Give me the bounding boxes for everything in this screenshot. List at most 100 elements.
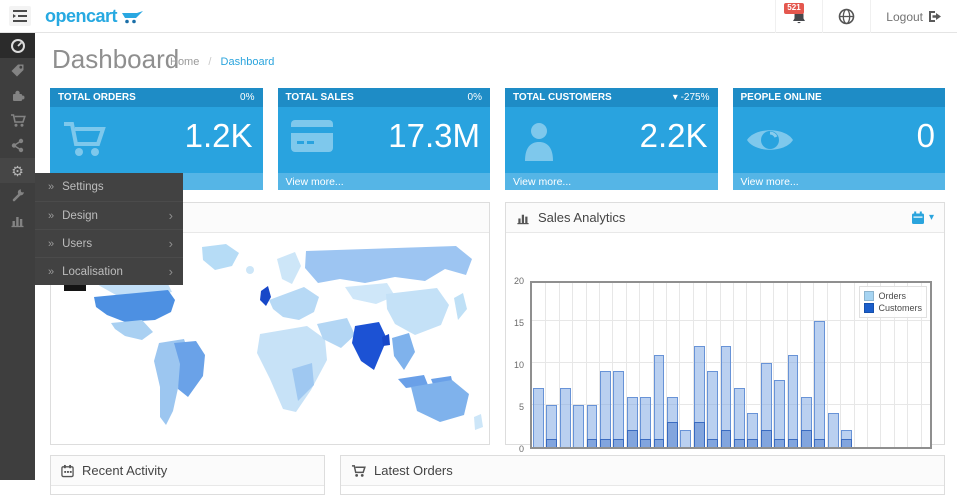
breadcrumb-home-link[interactable]: Home [170,56,199,68]
tile-body: 0 [733,107,946,173]
tile-title: TOTAL SALES [286,92,354,103]
tile-title: PEOPLE ONLINE [741,92,822,103]
tile-value: 0 [917,117,935,155]
alerts-count-badge: 521 [784,3,803,14]
legend-swatch [864,291,874,301]
tile-header: TOTAL SALES 0% [278,88,491,107]
date-range-dropdown[interactable]: ▾ [911,211,934,225]
orders-bar [680,430,691,447]
customers-bar [640,439,651,447]
orders-bar [613,371,624,447]
submenu-item-label: Users [62,238,169,250]
customers-bar [721,430,732,447]
customers-bar [747,439,758,447]
double-angle-icon: » [48,266,54,278]
tag-icon [10,63,25,78]
top-header: opencart 521 Logout [0,0,957,33]
tile-delta: 0% [240,92,254,103]
orders-bar [560,388,571,447]
tile-body: 2.2K [505,107,718,173]
customers-bar [654,439,665,447]
submenu-item-settings[interactable]: »Settings [35,173,183,201]
system-submenu: »Settings»Design›»Users›»Localisation› [35,173,183,285]
calendar-icon [911,211,925,225]
cart-icon [351,464,366,478]
breadcrumb: Home / Dashboard [170,56,274,68]
double-angle-icon: » [48,238,54,250]
wrench-icon [10,188,25,203]
customers-bar [627,430,638,447]
globe-icon [838,8,855,25]
logout-button[interactable]: Logout [870,0,957,33]
sidebar-item-sales[interactable] [0,108,35,133]
view-more-link[interactable]: View more... [505,173,718,190]
breadcrumb-separator: / [208,56,211,68]
customers-bar [546,439,557,447]
sidebar-item-catalog[interactable] [0,58,35,83]
sidebar-toggle-button[interactable] [9,6,31,26]
sidebar-item-extensions[interactable] [0,83,35,108]
panel-title: Recent Activity [82,463,167,478]
view-more-link[interactable]: View more... [278,173,491,190]
panel-title: Latest Orders [374,463,453,478]
tile-delta: ▾ -275% [673,92,710,103]
view-more-link[interactable]: View more... [733,173,946,190]
calendar-icon [61,464,74,478]
submenu-item-design[interactable]: »Design› [35,201,183,229]
orders-bar [814,321,825,447]
credit-card-icon [290,119,334,153]
tile-title: TOTAL CUSTOMERS [513,92,612,103]
customers-bar [788,439,799,447]
tile-header: TOTAL ORDERS 0% [50,88,263,107]
orders-bar [654,355,665,447]
tile-header: PEOPLE ONLINE [733,88,946,107]
orders-bar [600,371,611,447]
customers-bar [707,439,718,447]
customers-bar [613,439,624,447]
recent-activity-panel: Recent Activity [50,455,325,495]
orders-bar [573,405,584,447]
orders-bar [774,380,785,447]
submenu-item-label: Design [62,210,169,222]
bar-chart-icon [10,213,25,228]
sidebar-item-marketing[interactable] [0,133,35,158]
orders-bar [533,388,544,447]
submenu-item-label: Localisation [62,266,169,278]
alerts-button[interactable]: 521 [775,0,822,33]
sales-analytics-chart: OrdersCustomers 05101520 010203040506070… [506,233,944,445]
tile-body: 1.2K [50,107,263,173]
breadcrumb-current-link[interactable]: Dashboard [221,56,275,68]
submenu-item-users[interactable]: »Users› [35,229,183,257]
customers-bar [814,439,825,447]
recent-activity-header: Recent Activity [51,456,324,486]
eye-icon [745,123,795,157]
sidebar-item-dashboard[interactable] [0,33,35,58]
tile-total-sales: TOTAL SALES 0% 17.3M View more... [278,88,491,190]
y-tick-label: 20 [504,276,524,286]
panel-title: Sales Analytics [538,210,625,225]
sales-analytics-header: Sales Analytics ▾ [506,203,944,233]
customers-bar [801,430,812,447]
gridline [679,283,680,447]
cart-icon [62,119,108,161]
gear-icon: ⚙ [11,164,24,178]
page-title: Dashboard [52,44,179,75]
puzzle-icon [10,88,25,103]
bar-chart-icon [516,211,530,225]
tile-value: 2.2K [640,117,708,155]
y-tick-label: 5 [504,402,524,412]
sidebar-item-system[interactable]: ⚙ [0,158,35,183]
chart-legend: OrdersCustomers [859,286,927,318]
sidebar-item-reports[interactable] [0,208,35,233]
stores-button[interactable] [822,0,870,33]
tile-value: 17.3M [388,117,480,155]
opencart-logo[interactable]: opencart [45,6,145,27]
outdent-icon [13,10,27,22]
customers-bar [600,439,611,447]
double-angle-icon: » [48,181,54,193]
submenu-item-localisation[interactable]: »Localisation› [35,257,183,285]
orders-bar [788,355,799,447]
tile-delta: 0% [468,92,482,103]
sidebar-item-tools[interactable] [0,183,35,208]
customers-bar [667,422,678,447]
